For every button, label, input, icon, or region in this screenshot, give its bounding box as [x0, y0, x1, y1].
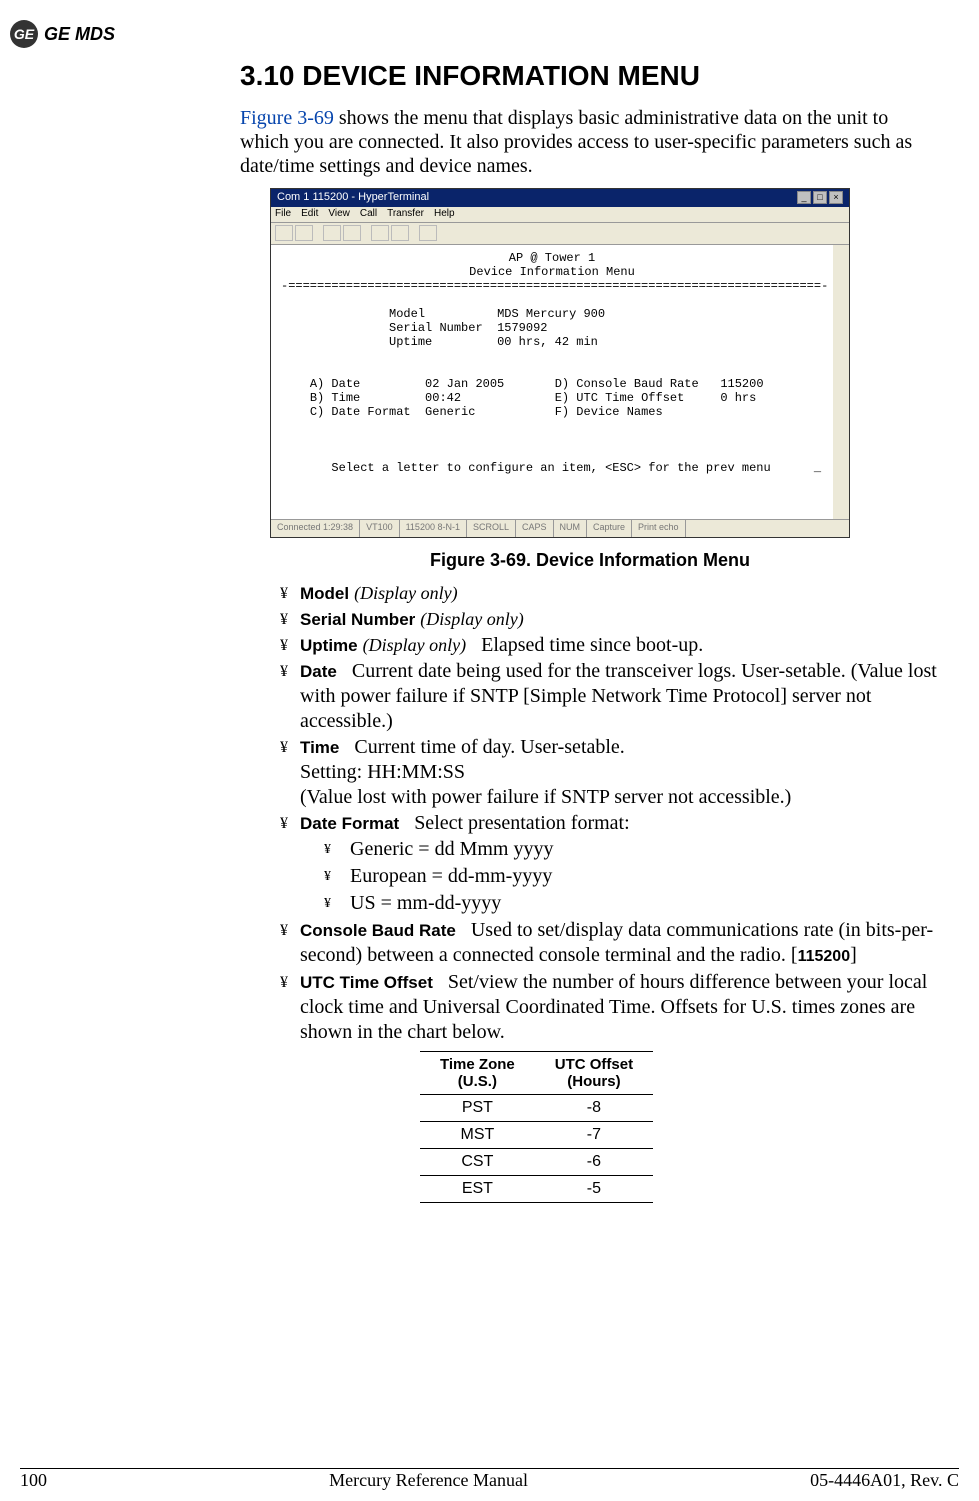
format-generic: Generic = dd Mmm yyyy	[324, 836, 940, 863]
window-titlebar: Com 1 115200 - HyperTerminal _ □ ×	[271, 189, 849, 207]
list-item-model: Model (Display only)	[280, 581, 940, 606]
toolbar	[271, 223, 849, 245]
status-print: Print echo	[632, 520, 686, 537]
menu-edit[interactable]: Edit	[301, 208, 318, 221]
brand-logo: GE GE MDS	[10, 20, 115, 48]
list-item-baud: Console Baud Rate Used to set/display da…	[280, 918, 940, 969]
figure-link[interactable]: Figure 3-69	[240, 107, 334, 129]
status-emu: VT100	[360, 520, 400, 537]
menu-help[interactable]: Help	[434, 208, 455, 221]
tb-send-icon[interactable]	[371, 225, 389, 241]
menu-file[interactable]: File	[275, 208, 291, 221]
table-row: CST-6	[420, 1149, 653, 1176]
brand-text: GE MDS	[44, 24, 115, 45]
timezone-table: Time Zone(U.S.) UTC Offset(Hours) PST-8 …	[420, 1051, 653, 1203]
th-zone: Time Zone(U.S.)	[420, 1052, 535, 1095]
list-item-time: Time Current time of day. User-setable. …	[280, 735, 940, 810]
parameter-list: Model (Display only) Serial Number (Disp…	[240, 581, 940, 1045]
manual-title: Mercury Reference Manual	[329, 1470, 528, 1491]
table-row: MST-7	[420, 1122, 653, 1149]
status-line: 115200 8-N-1	[400, 520, 467, 537]
th-offset: UTC Offset(Hours)	[535, 1052, 653, 1095]
status-bar: Connected 1:29:38 VT100 115200 8-N-1 SCR…	[271, 519, 849, 537]
menubar: File Edit View Call Transfer Help	[271, 207, 849, 223]
table-row: EST-5	[420, 1176, 653, 1203]
list-item-uptime: Uptime (Display only) Elapsed time since…	[280, 633, 940, 658]
menu-view[interactable]: View	[328, 208, 350, 221]
list-item-utc: UTC Time Offset Set/view the number of h…	[280, 970, 940, 1045]
minimize-icon[interactable]: _	[797, 191, 811, 204]
table-row: PST-8	[420, 1095, 653, 1122]
close-icon[interactable]: ×	[829, 191, 843, 204]
intro-paragraph: Figure 3-69 shows the menu that displays…	[240, 106, 940, 178]
footer-rule	[20, 1468, 959, 1469]
list-item-serial: Serial Number (Display only)	[280, 607, 940, 632]
page-content: 3.10 DEVICE INFORMATION MENU Figure 3-69…	[240, 60, 940, 1203]
status-caps: CAPS	[516, 520, 554, 537]
tb-receive-icon[interactable]	[391, 225, 409, 241]
tb-new-icon[interactable]	[275, 225, 293, 241]
maximize-icon[interactable]: □	[813, 191, 827, 204]
page-footer: 100 Mercury Reference Manual 05-4446A01,…	[20, 1470, 959, 1491]
status-scroll: SCROLL	[467, 520, 516, 537]
ge-icon: GE	[10, 20, 38, 48]
page-number: 100	[20, 1470, 47, 1491]
format-european: European = dd-mm-yyyy	[324, 863, 940, 890]
status-connected: Connected 1:29:38	[271, 520, 360, 537]
format-us: US = mm-dd-yyyy	[324, 890, 940, 917]
window-title: Com 1 115200 - HyperTerminal	[277, 191, 429, 205]
menu-call[interactable]: Call	[360, 208, 377, 221]
list-item-date: Date Current date being used for the tra…	[280, 659, 940, 734]
doc-number: 05-4446A01, Rev. C	[810, 1470, 959, 1491]
hyperterminal-window: Com 1 115200 - HyperTerminal _ □ × File …	[270, 188, 850, 538]
terminal-output: AP @ Tower 1 Device Information Menu-===…	[271, 245, 849, 520]
tb-hangup-icon[interactable]	[343, 225, 361, 241]
menu-transfer[interactable]: Transfer	[387, 208, 424, 221]
figure-caption: Figure 3-69. Device Information Menu	[240, 550, 940, 571]
tb-open-icon[interactable]	[295, 225, 313, 241]
tb-props-icon[interactable]	[419, 225, 437, 241]
tb-call-icon[interactable]	[323, 225, 341, 241]
section-heading: 3.10 DEVICE INFORMATION MENU	[240, 60, 940, 92]
status-capture: Capture	[587, 520, 632, 537]
status-num: NUM	[554, 520, 588, 537]
list-item-dateformat: Date Format Select presentation format: …	[280, 811, 940, 917]
